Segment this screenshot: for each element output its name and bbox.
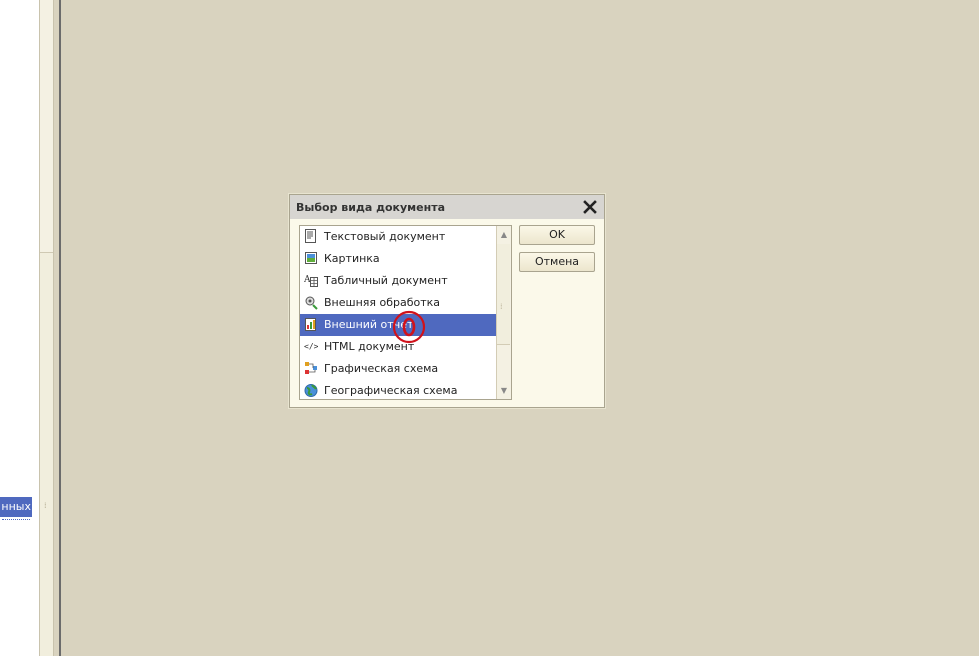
ok-button[interactable]: OK	[519, 225, 595, 245]
graphic-scheme-icon	[304, 361, 318, 376]
dialog-titlebar[interactable]: Выбор вида документа	[290, 195, 604, 219]
list-scrollbar[interactable]: ▲ ⁞ ▼	[496, 226, 511, 399]
picture-icon	[304, 251, 318, 266]
left-panel-scrollbar[interactable]: ⁞	[39, 0, 54, 656]
list-item-label: Географическая схема	[324, 384, 458, 397]
list-item[interactable]: A Табличный документ	[300, 270, 496, 292]
scroll-grip-icon: ⁞	[500, 302, 503, 311]
left-scrollbar-track[interactable]	[40, 252, 53, 656]
scroll-up-arrow-icon[interactable]: ▲	[497, 227, 511, 242]
list-item-label: Внешняя обработка	[324, 296, 441, 309]
text-document-icon	[304, 229, 318, 244]
external-report-icon	[304, 317, 318, 332]
click-marker-icon	[392, 310, 426, 344]
list-item[interactable]: Географическая схема	[300, 380, 496, 399]
list-item-label: Графическая схема	[324, 362, 439, 375]
cancel-button[interactable]: Отмена	[519, 252, 595, 272]
left-scrollbar-grip-icon: ⁞	[44, 501, 47, 510]
html-document-icon: </>	[304, 339, 319, 354]
close-icon[interactable]	[582, 199, 598, 215]
left-panel-selected-item[interactable]: нных	[0, 497, 32, 517]
dialog-title: Выбор вида документа	[296, 201, 446, 214]
geographic-scheme-icon	[304, 383, 318, 398]
panel-splitter[interactable]	[54, 0, 61, 656]
list-item-label: Картинка	[324, 252, 380, 265]
svg-text:</>: </>	[304, 342, 318, 351]
list-item[interactable]: Графическая схема	[300, 358, 496, 380]
scroll-down-arrow-icon[interactable]: ▼	[497, 383, 511, 398]
select-document-type-dialog: Выбор вида документа Текстовый документ К…	[289, 194, 605, 408]
spreadsheet-icon: A	[303, 273, 318, 288]
svg-text:A: A	[304, 275, 311, 285]
scroll-thumb[interactable]: ⁞	[497, 244, 510, 345]
focus-dots	[2, 518, 30, 520]
list-item-label: Табличный документ	[324, 274, 448, 287]
screen: нных ⁞ Выбор вида документа Текстовый до…	[0, 0, 979, 656]
external-processing-icon	[304, 295, 318, 310]
left-panel: нных	[0, 0, 39, 656]
list-item[interactable]: Картинка	[300, 248, 496, 270]
list-item[interactable]: Текстовый документ	[300, 226, 496, 248]
list-item-label: Текстовый документ	[324, 230, 446, 243]
